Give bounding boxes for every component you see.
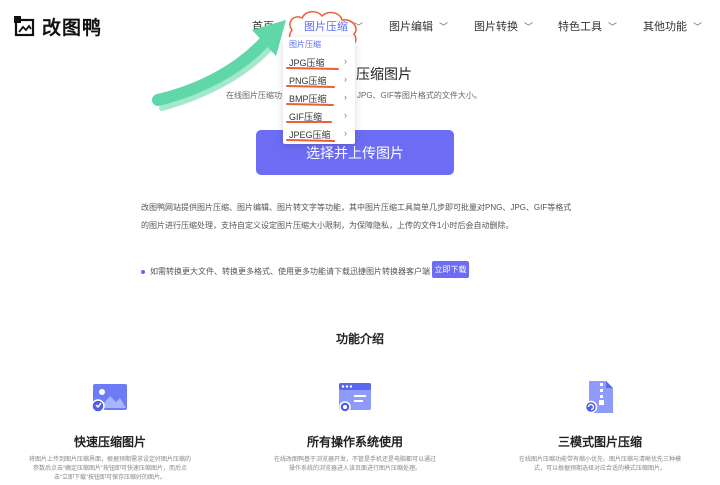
chevron-down-icon: ﹀ [608,22,618,32]
dropdown-item-gif[interactable]: GIF压缩 › [289,110,349,123]
nav-special-tools-label: 特色工具 [558,21,602,33]
page-subtitle: 在线图片压缩功 [226,91,282,100]
page-subtitle-right: JPG、GIF等图片格式的文件大小。 [357,91,482,100]
chevron-right-icon: › [344,128,347,138]
nav-special-tools[interactable]: 特色工具 ﹀ [558,18,617,34]
nav-image-convert[interactable]: 图片转换 ﹀ [474,18,533,34]
dropdown-header[interactable]: 图片压缩 [289,39,321,50]
logo-icon [14,15,35,36]
nav-home[interactable]: 首页 [252,18,274,34]
chevron-right-icon: › [344,56,347,66]
feature-fast-compress: 快速压缩图片 将图片上传到图片压缩界面，根据预期需求设定好图片压缩的 参数后点击… [0,378,220,483]
image-compress-dropdown: 图片压缩 JPG压缩 › PNG压缩 › BMP压缩 › GIF压缩 › JPE… [283,37,355,144]
nav-image-edit-label: 图片编辑 [389,21,433,33]
feature-desc-line: 击“立即下载”按钮即可保存压缩好的图片。 [54,475,166,481]
feature-three-modes: 三模式图片压缩 在线图片压缩功能带有缩小优先、图片压缩与清晰优先三种模 式，可以… [490,378,710,474]
nav-other-functions[interactable]: 其他功能 ﹀ [643,18,702,34]
chevron-down-icon: ﹀ [524,22,534,32]
feature-desc-line: 在线改图鸭基于浏览器开发，不管是手机还是电脑都可以通过 [273,457,436,463]
logo[interactable]: 改图鸭 [14,13,102,40]
dropdown-item-label: JPG压缩 [289,58,325,68]
nav-other-functions-label: 其他功能 [643,21,687,33]
bullet-icon [141,269,145,274]
description-line-2: 的图片进行压缩处理，支持自定义设定图片压缩大小限制，为保障隐私，上传的文件1小时… [141,221,514,230]
description-line-1: 改图鸭网站提供图片压缩、图片编辑、图片转文字等功能，其中图片压缩工具简单几步即可… [141,203,572,212]
feature-title: 三模式图片压缩 [557,435,642,449]
download-now-button[interactable]: 立即下载 [432,261,469,278]
header: 改图鸭 首页 图片压缩 ﹀ 图片编辑 ﹀ 图片转换 ﹀ 特色工具 ﹀ 其他功能 ﹀ [0,0,720,50]
dropdown-item-jpeg[interactable]: JPEG压缩 › [289,128,349,141]
feature-title: 所有操作系统使用 [306,435,403,449]
features-section-title: 功能介绍 [335,332,384,346]
dropdown-item-bmp[interactable]: BMP压缩 › [289,92,349,105]
dropdown-item-label: GIF压缩 [289,112,322,122]
feature-description: 在线图片压缩功能带有缩小优先、图片压缩与清晰优先三种模 式，可以根据预期选择对应… [490,456,710,474]
feature-desc-line: 将图片上传到图片压缩界面，根据预期需求设定好图片压缩的 [28,457,191,463]
page-title: 压缩图片 [356,66,412,82]
browser-window-icon [339,383,371,413]
zip-file-icon [584,381,613,414]
download-tip: 如需转换更大文件、转换更多格式、使用更多功能请下载迅捷图片转换器客户端 [141,266,430,277]
feature-description: 在线改图鸭基于浏览器开发，不管是手机还是电脑都可以通过 操作系统的浏览器进入该页… [245,456,465,474]
chevron-right-icon: › [344,92,347,102]
nav-image-compress-label: 图片压缩 [304,21,348,33]
dropdown-item-label: PNG压缩 [289,76,327,86]
chevron-down-icon: ﹀ [354,22,364,32]
chevron-down-icon: ﹀ [693,22,703,32]
dropdown-item-label: BMP压缩 [289,94,327,104]
feature-desc-line: 参数后点击“确定压缩图片”按钮即可快速压缩图片，而后点 [33,466,187,472]
chevron-down-icon: ﹀ [439,22,449,32]
dropdown-item-jpg[interactable]: JPG压缩 › [289,56,349,69]
nav-home-label: 首页 [252,21,274,33]
dropdown-item-png[interactable]: PNG压缩 › [289,74,349,87]
download-tip-text: 如需转换更大文件、转换更多格式、使用更多功能请下载迅捷图片转换器客户端 [150,267,430,276]
feature-desc-line: 在线图片压缩功能带有缩小优先、图片压缩与清晰优先三种模 [518,457,681,463]
dropdown-item-label: JPEG压缩 [289,130,331,140]
nav-image-compress[interactable]: 图片压缩 ﹀ [304,18,363,34]
nav-image-edit[interactable]: 图片编辑 ﹀ [389,18,448,34]
feature-desc-line: 操作系统的浏览器进入该页面进行图片压缩处理。 [288,466,421,472]
feature-desc-line: 式，可以根据预期选择对应合适的模式压缩图片。 [533,466,666,472]
image-compress-icon [91,384,127,413]
nav-image-convert-label: 图片转换 [474,21,518,33]
logo-text: 改图鸭 [42,18,103,39]
chevron-right-icon: › [344,110,347,120]
feature-all-os: 所有操作系统使用 在线改图鸭基于浏览器开发，不管是手机还是电脑都可以通过 操作系… [245,378,465,474]
chevron-right-icon: › [344,74,347,84]
feature-description: 将图片上传到图片压缩界面，根据预期需求设定好图片压缩的 参数后点击“确定压缩图片… [0,456,220,483]
feature-title: 快速压缩图片 [73,435,146,449]
